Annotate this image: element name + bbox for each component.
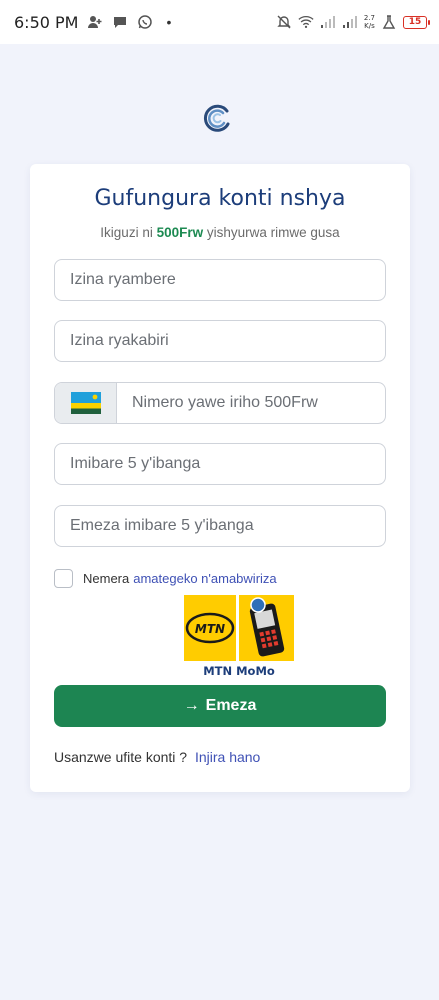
signal-icon [342, 14, 358, 30]
status-bar: 6:50 PM • 2.7 K/s 15 [0, 0, 439, 44]
price-subtitle: Ikiguzi ni 500Frw yishyurwa rimwe gusa [30, 225, 410, 240]
payment-caption: MTN MoMo [203, 664, 275, 678]
phone-number-placeholder: Nimero yawe iriho 500Frw [132, 394, 318, 411]
login-row: Usanzwe ufite konti ? Injira hano [54, 749, 260, 765]
phone-number-input[interactable]: Nimero yawe iriho 500Frw [54, 382, 386, 424]
first-name-input[interactable]: Izina ryambere [54, 259, 386, 301]
flask-icon [381, 14, 397, 30]
mtn-logo-text: MTN [195, 622, 225, 636]
country-flag-selector[interactable] [55, 383, 117, 423]
submit-button[interactable]: → Emeza [54, 685, 386, 727]
notifications-off-icon [276, 14, 292, 30]
last-name-placeholder: Izina ryakabiri [70, 332, 169, 349]
network-speed-unit: K/s [364, 22, 375, 30]
network-speed-value: 2.7 [363, 14, 375, 22]
loading-spinner-icon [201, 102, 233, 134]
terms-prefix: Nemera [83, 571, 130, 586]
chat-bubble-icon [112, 14, 128, 30]
status-time: 6:50 PM [14, 12, 79, 32]
price-subtitle-prefix: Ikiguzi ni [100, 225, 153, 240]
whatsapp-icon [137, 14, 153, 30]
mtn-momo-logo: MTN MTN MoMo [184, 595, 294, 685]
rwanda-flag-icon [70, 392, 101, 414]
signal-icon [320, 14, 336, 30]
more-notifications-dot: • [166, 14, 172, 30]
pin-placeholder: Imibare 5 y'ibanga [70, 455, 201, 472]
price-subtitle-suffix: yishyurwa rimwe gusa [206, 225, 340, 240]
last-name-input[interactable]: Izina ryakabiri [54, 320, 386, 362]
person-add-icon [87, 14, 103, 30]
price-amount: 500Frw [156, 225, 204, 240]
terms-link[interactable]: amategeko n'amabwiriza [133, 571, 276, 586]
first-name-placeholder: Izina ryambere [70, 271, 176, 288]
terms-row: Nemera amategeko n'amabwiriza [54, 569, 277, 588]
arrow-right-icon: → [183, 697, 200, 714]
mtn-momo-graphic: MTN [184, 595, 294, 661]
page-title: Gufungura konti nshya [94, 186, 346, 211]
confirm-pin-placeholder: Emeza imibare 5 y'ibanga [70, 517, 254, 534]
submit-label: Emeza [205, 697, 257, 714]
pin-input[interactable]: Imibare 5 y'ibanga [54, 443, 386, 485]
battery-icon: 15 [403, 15, 430, 29]
network-speed: 2.7 K/s [364, 14, 375, 30]
login-prompt: Usanzwe ufite konti ? [54, 749, 188, 765]
terms-checkbox[interactable] [54, 569, 73, 588]
confirm-pin-input[interactable]: Emeza imibare 5 y'ibanga [54, 505, 386, 547]
login-link[interactable]: Injira hano [195, 749, 260, 765]
registration-card: Gufungura konti nshya Ikiguzi ni 500Frw … [30, 164, 410, 792]
wifi-icon [298, 14, 314, 30]
battery-level: 15 [408, 17, 422, 27]
